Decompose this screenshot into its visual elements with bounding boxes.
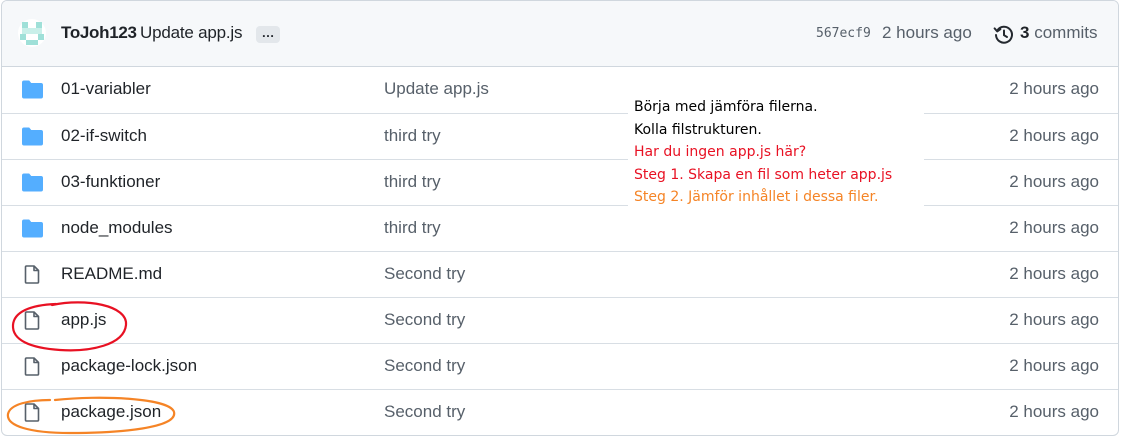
note-line: Börja med jämföra filerna. <box>634 99 818 115</box>
file-row[interactable]: node_modules third try 2 hours ago <box>2 205 1118 251</box>
file-commit-time: 2 hours ago <box>1009 79 1099 98</box>
file-row[interactable]: package.json Second try 2 hours ago <box>2 389 1118 435</box>
file-name-link[interactable]: README.md <box>61 264 162 284</box>
file-name-link[interactable]: 01-variabler <box>61 79 151 99</box>
file-browser: ToJoh123 Update app.js … 567ecf9 2 hours… <box>1 0 1119 436</box>
file-commit-message-link[interactable]: Second try <box>384 356 465 376</box>
file-name-link[interactable]: node_modules <box>61 218 173 238</box>
file-row[interactable]: 01-variabler Update app.js 2 hours ago <box>2 67 1118 113</box>
commits-label: commits <box>1034 23 1098 42</box>
file-row[interactable]: README.md Second try 2 hours ago <box>2 251 1118 297</box>
file-icon <box>24 403 40 422</box>
commit-author[interactable]: ToJoh123 <box>61 23 137 43</box>
commits-count: 3 <box>1020 23 1030 42</box>
note-line: Kolla filstrukturen. <box>634 121 762 138</box>
folder-icon <box>22 80 43 99</box>
file-name-link[interactable]: 03-funktioner <box>61 172 160 192</box>
file-commit-message-link[interactable]: third try <box>384 218 441 238</box>
file-commit-message-link[interactable]: Second try <box>384 264 465 284</box>
file-row[interactable]: 03-funktioner third try 2 hours ago <box>2 159 1118 205</box>
file-commit-time: 2 hours ago <box>1009 218 1099 237</box>
note-line: Steg 1. Skapa en fil som heter app.js <box>634 166 893 183</box>
file-name-link[interactable]: app.js <box>61 310 106 330</box>
commits-link[interactable]: 3 commits <box>1020 23 1097 43</box>
folder-icon <box>22 219 43 238</box>
expand-commit-message-button[interactable]: … <box>256 26 280 43</box>
file-commit-time: 2 hours ago <box>1009 356 1099 375</box>
folder-icon <box>22 127 43 146</box>
instruction-note: Börja med jämföra filerna. Kolla filstru… <box>628 94 924 206</box>
file-row[interactable]: app.js Second try 2 hours ago <box>2 297 1118 343</box>
file-commit-time: 2 hours ago <box>1009 264 1099 283</box>
file-commit-message-link[interactable]: third try <box>384 126 441 146</box>
file-row[interactable]: package-lock.json Second try 2 hours ago <box>2 343 1118 389</box>
note-line: Steg 2. Jämför inhållet i dessa filer. <box>634 189 879 205</box>
file-name-link[interactable]: 02-if-switch <box>61 126 147 146</box>
avatar[interactable] <box>18 19 46 47</box>
commit-time: 2 hours ago <box>882 23 972 42</box>
file-commit-time: 2 hours ago <box>1009 402 1099 421</box>
file-commit-message-link[interactable]: Update app.js <box>384 79 489 99</box>
file-icon <box>24 357 40 376</box>
latest-commit-bar: ToJoh123 Update app.js … 567ecf9 2 hours… <box>2 1 1118 67</box>
file-row[interactable]: 02-if-switch third try 2 hours ago <box>2 113 1118 159</box>
file-commit-time: 2 hours ago <box>1009 310 1099 329</box>
file-name-link[interactable]: package.json <box>61 402 161 422</box>
history-icon[interactable] <box>993 24 1015 46</box>
commit-message[interactable]: Update app.js <box>140 23 243 43</box>
file-commit-time: 2 hours ago <box>1009 172 1099 191</box>
commit-sha[interactable]: 567ecf9 <box>816 26 871 41</box>
note-line: Har du ingen app.js här? <box>634 144 807 160</box>
file-name-link[interactable]: package-lock.json <box>61 356 197 376</box>
file-commit-message-link[interactable]: third try <box>384 172 441 192</box>
file-commit-message-link[interactable]: Second try <box>384 402 465 422</box>
file-commit-message-link[interactable]: Second try <box>384 310 465 330</box>
file-icon <box>24 265 40 284</box>
file-icon <box>24 311 40 330</box>
folder-icon <box>22 173 43 192</box>
file-commit-time: 2 hours ago <box>1009 126 1099 145</box>
